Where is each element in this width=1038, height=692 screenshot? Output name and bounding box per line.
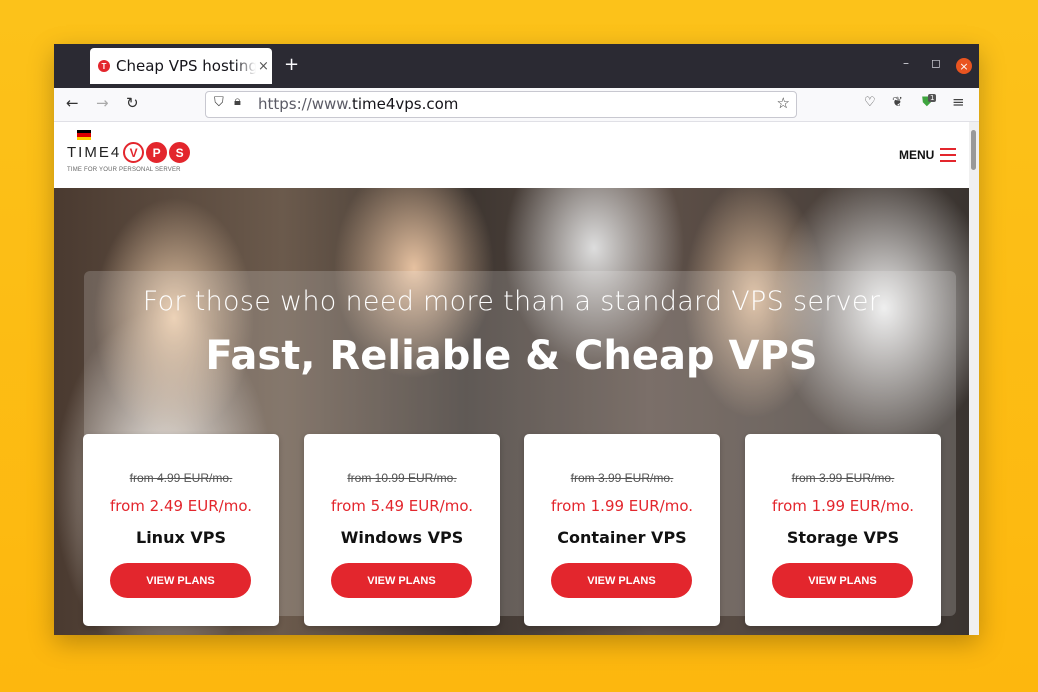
lock-icon[interactable]: 🔒︎: [234, 94, 241, 109]
view-plans-button[interactable]: VIEW PLANS: [331, 563, 472, 598]
menu-hamburger-icon[interactable]: [940, 148, 956, 166]
old-price: from 3.99 EUR/mo.: [791, 471, 895, 485]
forward-arrow-icon[interactable]: →: [96, 94, 109, 112]
language-flag-icon[interactable]: [77, 130, 91, 140]
tab-title: Cheap VPS hosting: [116, 57, 256, 75]
favicon-icon: T: [98, 60, 110, 72]
tab-close-icon[interactable]: ×: [258, 59, 269, 74]
new-price: from 2.49 EUR/mo.: [109, 497, 253, 515]
plan-name: Container VPS: [557, 528, 687, 547]
browser-tab[interactable]: T Cheap VPS hosting ×: [90, 48, 272, 84]
site-header: TIME4 V P S TIME FOR YOUR PERSONAL SERVE…: [54, 122, 969, 188]
hero-title: Fast, Reliable & Cheap VPS: [205, 333, 818, 379]
close-window-button[interactable]: ×: [956, 58, 972, 74]
view-plans-button[interactable]: VIEW PLANS: [110, 563, 251, 598]
plan-card-windows: from 10.99 EUR/mo. from 5.49 EUR/mo. Win…: [304, 434, 500, 626]
address-bar[interactable]: ⛉ 🔒︎ https://www.time4vps.com ☆: [205, 91, 797, 118]
hamburger-menu-icon[interactable]: ≡: [952, 93, 965, 111]
reload-icon[interactable]: ↻: [126, 94, 139, 112]
hero-subtitle: For those who need more than a standard …: [142, 286, 881, 317]
logo-wordmark: TIME4: [67, 144, 122, 161]
plan-name: Linux VPS: [136, 528, 226, 547]
maximize-button[interactable]: ◻: [931, 56, 941, 70]
old-price: from 4.99 EUR/mo.: [129, 471, 233, 485]
plan-name: Storage VPS: [786, 528, 900, 547]
tab-bar: T Cheap VPS hosting × + – ◻ ×: [54, 44, 979, 88]
tracking-shield-icon[interactable]: ⛉: [214, 95, 224, 110]
back-arrow-icon[interactable]: ←: [66, 94, 79, 112]
page-scrollbar[interactable]: [969, 122, 979, 635]
new-price: from 1.99 EUR/mo.: [771, 497, 915, 515]
logo-letter: P: [146, 142, 168, 163]
old-price: from 10.99 EUR/mo.: [347, 471, 457, 485]
new-price: from 5.49 EUR/mo.: [330, 497, 474, 515]
new-price: from 1.99 EUR/mo.: [550, 497, 694, 515]
menu-button[interactable]: MENU: [899, 148, 934, 162]
minimize-button[interactable]: –: [903, 56, 909, 70]
plan-card-storage: from 3.99 EUR/mo. from 1.99 EUR/mo. Stor…: [745, 434, 941, 626]
hero-section: For those who need more than a standard …: [54, 188, 969, 635]
old-price: from 3.99 EUR/mo.: [570, 471, 674, 485]
browser-window: T Cheap VPS hosting × + – ◻ × ← → ↻ ⛉ 🔒︎…: [54, 44, 979, 635]
bookmark-star-icon[interactable]: ☆: [777, 94, 790, 112]
extension-icon[interactable]: ❦: [892, 95, 903, 110]
site-logo[interactable]: TIME4 V P S: [67, 142, 191, 163]
view-plans-button[interactable]: VIEW PLANS: [551, 563, 692, 598]
pocket-icon[interactable]: ♡: [864, 95, 876, 110]
logo-tagline: TIME FOR YOUR PERSONAL SERVER: [67, 167, 181, 173]
extension-badge: 1: [928, 94, 937, 102]
navigation-toolbar: ← → ↻ ⛉ 🔒︎ https://www.time4vps.com ☆ ♡ …: [54, 88, 979, 122]
url-text[interactable]: https://www.time4vps.com: [258, 95, 458, 113]
new-tab-button[interactable]: +: [284, 54, 299, 75]
scrollbar-thumb[interactable]: [971, 130, 976, 170]
logo-letter: V: [123, 142, 145, 163]
plan-name: Windows VPS: [340, 528, 464, 547]
view-plans-button[interactable]: VIEW PLANS: [772, 563, 913, 598]
logo-letter: S: [169, 142, 191, 163]
plan-card-linux: from 4.99 EUR/mo. from 2.49 EUR/mo. Linu…: [83, 434, 279, 626]
plan-card-container: from 3.99 EUR/mo. from 1.99 EUR/mo. Cont…: [524, 434, 720, 626]
